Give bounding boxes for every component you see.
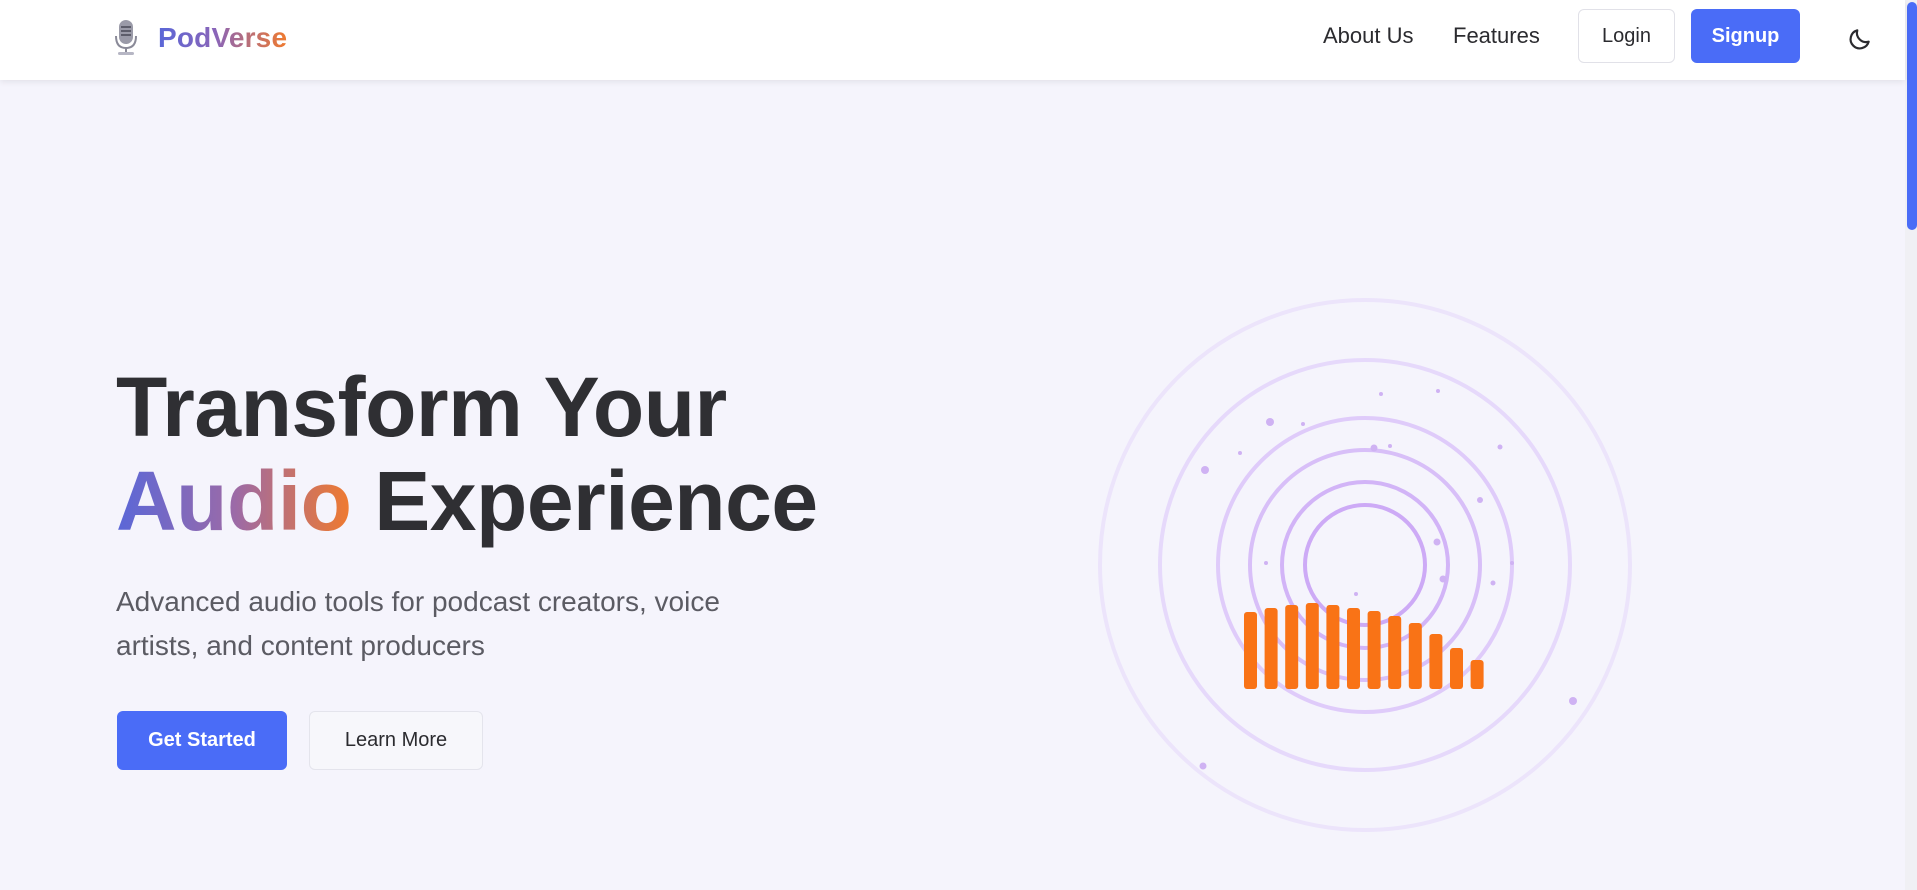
waveform-bar [1285, 605, 1299, 689]
signup-button[interactable]: Signup [1691, 9, 1800, 63]
navbar: PodVerse About Us Features Login Signup [0, 0, 1905, 80]
particle-dots [1199, 389, 1577, 770]
hero-title-line-2: Audio Experience [116, 454, 818, 548]
waveform-bar [1347, 608, 1360, 689]
waveform-bar [1326, 605, 1340, 689]
learn-more-button[interactable]: Learn More [309, 711, 483, 770]
waveform-bar [1470, 660, 1484, 689]
microphone-icon [115, 20, 137, 55]
hero-subtitle: Advanced audio tools for podcast creator… [116, 586, 720, 661]
hero-title-rest: Experience [351, 454, 818, 548]
theme-toggle-button[interactable] [1843, 22, 1877, 56]
nav-features-link[interactable]: Features [1453, 23, 1540, 49]
brand-name: PodVerse [158, 22, 288, 53]
page-scrollbar[interactable] [1905, 0, 1917, 890]
login-button[interactable]: Login [1578, 9, 1675, 63]
nav-about-link[interactable]: About Us [1323, 23, 1414, 49]
waveform-bar [1408, 623, 1422, 689]
brand-logo-link[interactable]: PodVerse [112, 18, 287, 58]
get-started-button[interactable]: Get Started [117, 711, 287, 770]
moon-icon [1849, 29, 1870, 50]
hero-title-highlight: Audio [116, 454, 352, 548]
audio-waveform-icon [1098, 298, 1632, 832]
waveform-bar [1367, 611, 1381, 689]
waveform-bar [1305, 603, 1319, 689]
scrollbar-thumb[interactable] [1907, 2, 1917, 230]
waveform-bar [1429, 634, 1443, 689]
waveform-bar [1388, 616, 1402, 689]
hero-title-line-1: Transform Your [116, 360, 727, 454]
waveform-bar [1244, 612, 1257, 689]
sound-rings [1098, 298, 1632, 832]
hero-title: Transform Your Audio Experience [116, 360, 818, 548]
waveform-bar [1450, 648, 1463, 689]
waveform-bar [1264, 608, 1278, 689]
